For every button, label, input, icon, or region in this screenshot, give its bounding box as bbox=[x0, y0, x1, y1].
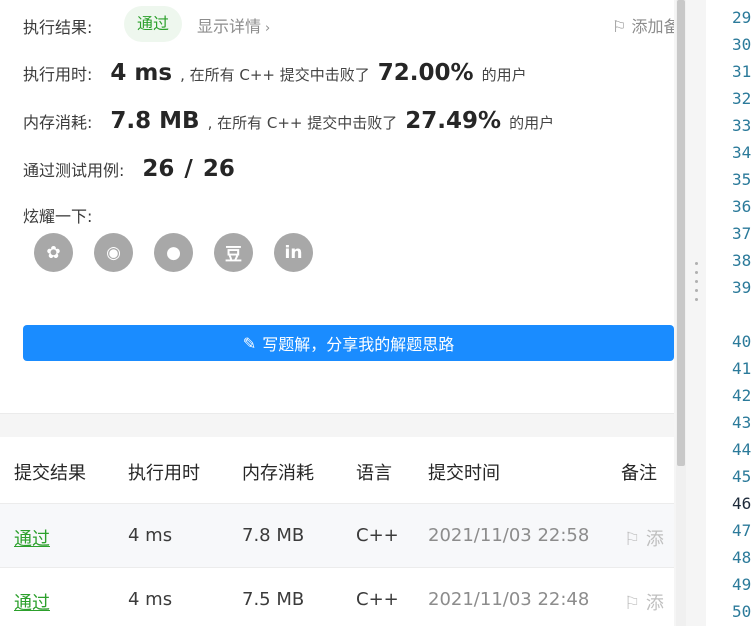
add-note-label: 添加备 bbox=[631, 17, 674, 36]
runtime-percent: 72.00% bbox=[377, 60, 474, 86]
row-result-link[interactable]: 通过 bbox=[14, 525, 50, 551]
memory-line: 内存消耗: 7.8 MB , 在所有 C++ 提交中击败了 27.49% 的用户 bbox=[23, 108, 554, 134]
flag-icon: ⚐ bbox=[624, 529, 641, 550]
flag-icon: ⚐ bbox=[612, 17, 627, 36]
table-row[interactable]: 通过 4 ms 7.8 MB C++ 2021/11/03 22:58 ⚐ 添 bbox=[0, 503, 674, 567]
row-note-label: 添 bbox=[645, 529, 664, 550]
row-add-note[interactable]: ⚐ 添 bbox=[624, 525, 674, 551]
add-note-button[interactable]: ⚐ 添加备 bbox=[612, 13, 674, 37]
row-add-note[interactable]: ⚐ 添 bbox=[624, 589, 674, 615]
header-runtime: 执行用时 bbox=[128, 463, 200, 484]
line-number: 48 bbox=[732, 548, 752, 567]
row-memory: 7.5 MB bbox=[242, 589, 305, 610]
qq-icon[interactable]: ● bbox=[154, 233, 193, 272]
line-number: 41 bbox=[732, 359, 752, 378]
line-number: 45 bbox=[732, 467, 752, 486]
runtime-beat-text: , 在所有 C++ 提交中击败了 bbox=[180, 66, 370, 84]
scrollbar-thumb[interactable] bbox=[677, 0, 685, 466]
line-number: 34 bbox=[732, 143, 752, 162]
code-editor-gutter: 29 30 31 32 33 34 35 36 37 38 39 40 41 4… bbox=[706, 0, 756, 626]
wechat-icon[interactable]: ✿ bbox=[34, 233, 73, 272]
table-row[interactable]: 通过 4 ms 7.5 MB C++ 2021/11/03 22:48 ⚐ 添 bbox=[0, 567, 674, 626]
line-number: 43 bbox=[732, 413, 752, 432]
memory-percent: 27.49% bbox=[405, 108, 502, 134]
row-time: 2021/11/03 22:58 bbox=[428, 525, 590, 546]
row-language: C++ bbox=[356, 589, 399, 610]
status-badge: 通过 bbox=[124, 6, 183, 42]
line-number: 47 bbox=[732, 521, 752, 540]
line-number: 32 bbox=[732, 89, 752, 108]
line-number: 35 bbox=[732, 170, 752, 189]
linkedin-icon[interactable]: in bbox=[274, 233, 313, 272]
show-details-link[interactable]: 显示详情 › bbox=[197, 13, 270, 37]
app-root: 执行结果: 通过 显示详情 › ⚐ 添加备 执行用时: 4 ms , 在所有 C+… bbox=[0, 0, 756, 626]
line-number: 39 bbox=[732, 278, 752, 297]
line-number: 29 bbox=[732, 8, 752, 27]
douban-icon[interactable]: 豆 bbox=[214, 233, 253, 272]
drag-handle-icon bbox=[695, 262, 698, 301]
line-number: 31 bbox=[732, 62, 752, 81]
line-number: 38 bbox=[732, 251, 752, 270]
header-memory: 内存消耗 bbox=[242, 463, 314, 484]
memory-beat-text: , 在所有 C++ 提交中击败了 bbox=[207, 114, 398, 132]
row-language: C++ bbox=[356, 525, 399, 546]
row-result-link[interactable]: 通过 bbox=[14, 589, 50, 615]
active-line-number: 46 bbox=[732, 494, 752, 513]
memory-label: 内存消耗: bbox=[23, 113, 93, 132]
write-solution-button[interactable]: ✎ 写题解，分享我的解题思路 bbox=[23, 325, 674, 361]
line-number: 42 bbox=[732, 386, 752, 405]
header-language: 语言 bbox=[356, 463, 392, 484]
header-time: 提交时间 bbox=[428, 463, 500, 484]
write-solution-label: 写题解，分享我的解题思路 bbox=[262, 335, 455, 354]
row-memory: 7.8 MB bbox=[242, 525, 305, 546]
panel-splitter[interactable] bbox=[688, 0, 706, 626]
header-note: 备注 bbox=[621, 463, 657, 484]
chevron-right-icon: › bbox=[265, 21, 271, 36]
row-note-label: 添 bbox=[645, 593, 664, 614]
runtime-value: 4 ms bbox=[110, 60, 173, 86]
memory-suffix: 的用户 bbox=[509, 114, 555, 132]
line-number: 37 bbox=[732, 224, 752, 243]
row-time: 2021/11/03 22:48 bbox=[428, 589, 590, 610]
show-details-label: 显示详情 bbox=[197, 17, 262, 36]
row-runtime: 4 ms bbox=[128, 525, 173, 546]
line-number: 50 bbox=[732, 602, 752, 621]
share-label: 炫耀一下: bbox=[23, 207, 93, 226]
submission-result-panel: 执行结果: 通过 显示详情 › ⚐ 添加备 执行用时: 4 ms , 在所有 C+… bbox=[0, 0, 674, 414]
runtime-suffix: 的用户 bbox=[481, 66, 527, 84]
testcases-passed: 26 bbox=[142, 156, 175, 182]
testcases-total: 26 bbox=[202, 156, 235, 182]
share-icons: ✿ ◉ ● 豆 in bbox=[34, 233, 313, 272]
line-number: 49 bbox=[732, 575, 752, 594]
testcases-line: 通过测试用例: 26 / 26 bbox=[23, 156, 235, 182]
line-number: 30 bbox=[732, 35, 752, 54]
header-result: 提交结果 bbox=[14, 463, 86, 484]
submissions-table: 提交结果 执行用时 内存消耗 语言 提交时间 备注 通过 4 ms 7.8 MB… bbox=[0, 437, 674, 626]
testcases-separator: / bbox=[184, 156, 193, 182]
runtime-label: 执行用时: bbox=[23, 65, 93, 84]
table-header: 提交结果 执行用时 内存消耗 语言 提交时间 备注 bbox=[0, 437, 674, 503]
memory-value: 7.8 MB bbox=[110, 108, 200, 134]
vertical-scrollbar[interactable] bbox=[676, 0, 686, 626]
line-number: 44 bbox=[732, 440, 752, 459]
status-label: 执行结果: bbox=[23, 18, 93, 37]
row-runtime: 4 ms bbox=[128, 589, 173, 610]
testcases-label: 通过测试用例: bbox=[23, 161, 125, 180]
line-number: 33 bbox=[732, 116, 752, 135]
pencil-icon: ✎ bbox=[242, 333, 257, 353]
flag-icon: ⚐ bbox=[624, 593, 641, 614]
weibo-icon[interactable]: ◉ bbox=[94, 233, 133, 272]
line-number: 40 bbox=[732, 332, 752, 351]
line-number: 36 bbox=[732, 197, 752, 216]
runtime-line: 执行用时: 4 ms , 在所有 C++ 提交中击败了 72.00% 的用户 bbox=[23, 60, 527, 86]
